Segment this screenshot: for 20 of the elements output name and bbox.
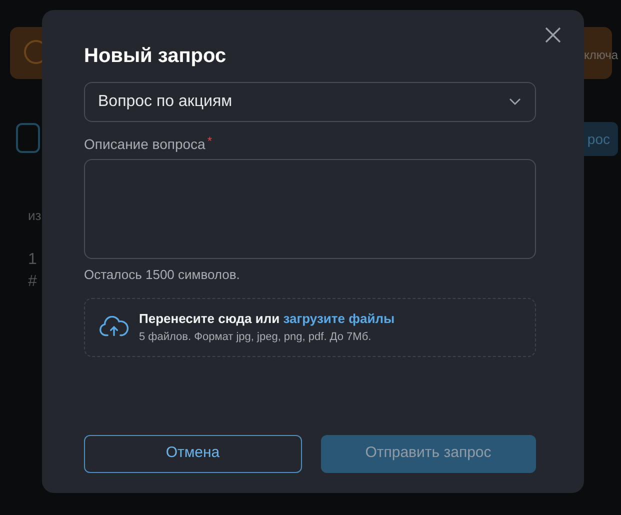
cancel-button[interactable]: Отмена (84, 434, 302, 472)
row-text: # (28, 272, 37, 292)
chevron-down-icon (509, 98, 521, 106)
cloud-upload-icon (99, 316, 129, 338)
dropzone-text: Перенесите сюда или загрузите файлы (139, 310, 395, 328)
required-mark: * (207, 134, 212, 148)
field-label: Описание вопроса (84, 135, 206, 154)
topic-select[interactable]: Вопрос по акциям (84, 82, 536, 122)
file-dropzone[interactable]: Перенесите сюда или загрузите файлы 5 файлов. Формат jpg, jpeg, png, pdf. До 7Мб. (84, 298, 536, 356)
document-icon (16, 123, 40, 153)
upload-link[interactable]: загрузите файлы (283, 311, 395, 326)
character-counter: Осталось 1500 символов. (84, 266, 241, 284)
description-field[interactable] (84, 159, 536, 259)
close-icon (544, 26, 562, 44)
dialog-title: Новый запрос (84, 44, 228, 68)
banner-text: ключа (584, 47, 618, 64)
dropzone-hint: 5 файлов. Формат jpg, jpeg, png, pdf. До 7Мб. (139, 330, 372, 344)
close-button[interactable] (544, 26, 562, 44)
row-text: 1 (28, 250, 37, 270)
column-header: из (28, 207, 42, 225)
